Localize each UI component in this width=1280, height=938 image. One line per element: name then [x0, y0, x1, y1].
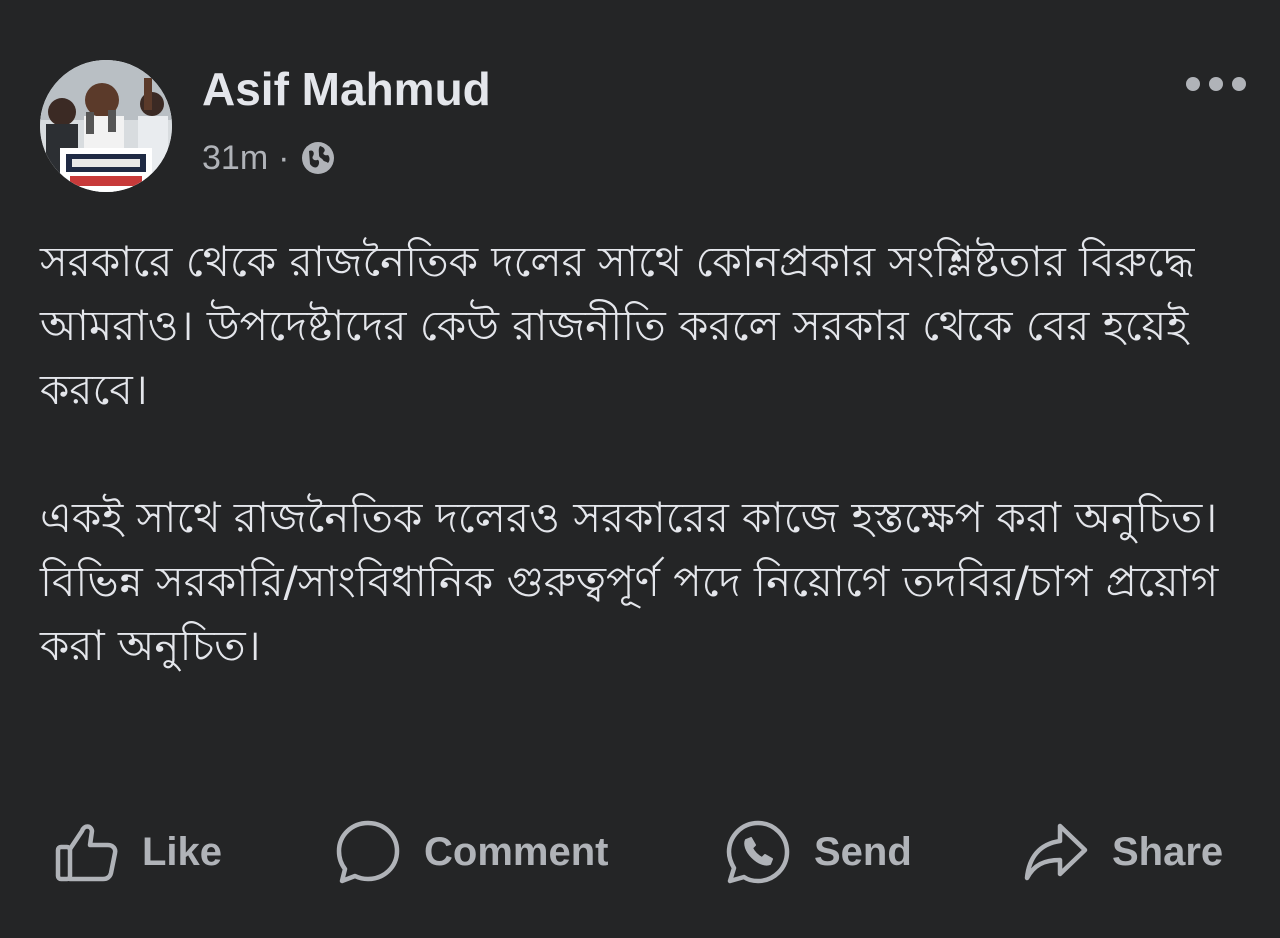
- more-dot: [1186, 77, 1200, 91]
- comment-label: Comment: [424, 829, 609, 874]
- send-button[interactable]: Send: [724, 818, 912, 886]
- like-icon: [54, 819, 120, 885]
- whatsapp-icon: [724, 818, 792, 886]
- globe-icon: [299, 139, 337, 177]
- share-button[interactable]: Share: [1022, 818, 1223, 886]
- avatar-photo: [40, 60, 172, 192]
- meta-separator: ·: [278, 138, 290, 177]
- post-card: Asif Mahmud 31m · সরকারে থেকে রাজনৈতিক দ…: [0, 0, 1280, 938]
- author-avatar[interactable]: [40, 60, 172, 192]
- post-paragraph-1: সরকারে থেকে রাজনৈতিক দলের সাথে কোনপ্রকার…: [40, 237, 1195, 414]
- send-label: Send: [814, 829, 912, 874]
- share-icon: [1022, 818, 1090, 886]
- post-action-bar: Like Comment Send Share: [0, 808, 1280, 896]
- post-paragraph-2: একই সাথে রাজনৈতিক দলেরও সরকারের কাজে হস্…: [40, 493, 1219, 670]
- like-button[interactable]: Like: [54, 818, 222, 886]
- post-timestamp[interactable]: 31m: [202, 139, 268, 178]
- more-dot: [1209, 77, 1223, 91]
- comment-icon: [334, 818, 402, 886]
- share-label: Share: [1112, 829, 1224, 874]
- comment-button[interactable]: Comment: [334, 818, 608, 886]
- more-options-button[interactable]: [1180, 66, 1252, 102]
- author-name[interactable]: Asif Mahmud: [202, 62, 491, 116]
- post-text: সরকারে থেকে রাজনৈতিক দলের সাথে কোনপ্রকার…: [40, 230, 1250, 678]
- more-dot: [1232, 77, 1246, 91]
- post-meta: 31m ·: [202, 138, 337, 178]
- like-label: Like: [142, 829, 223, 874]
